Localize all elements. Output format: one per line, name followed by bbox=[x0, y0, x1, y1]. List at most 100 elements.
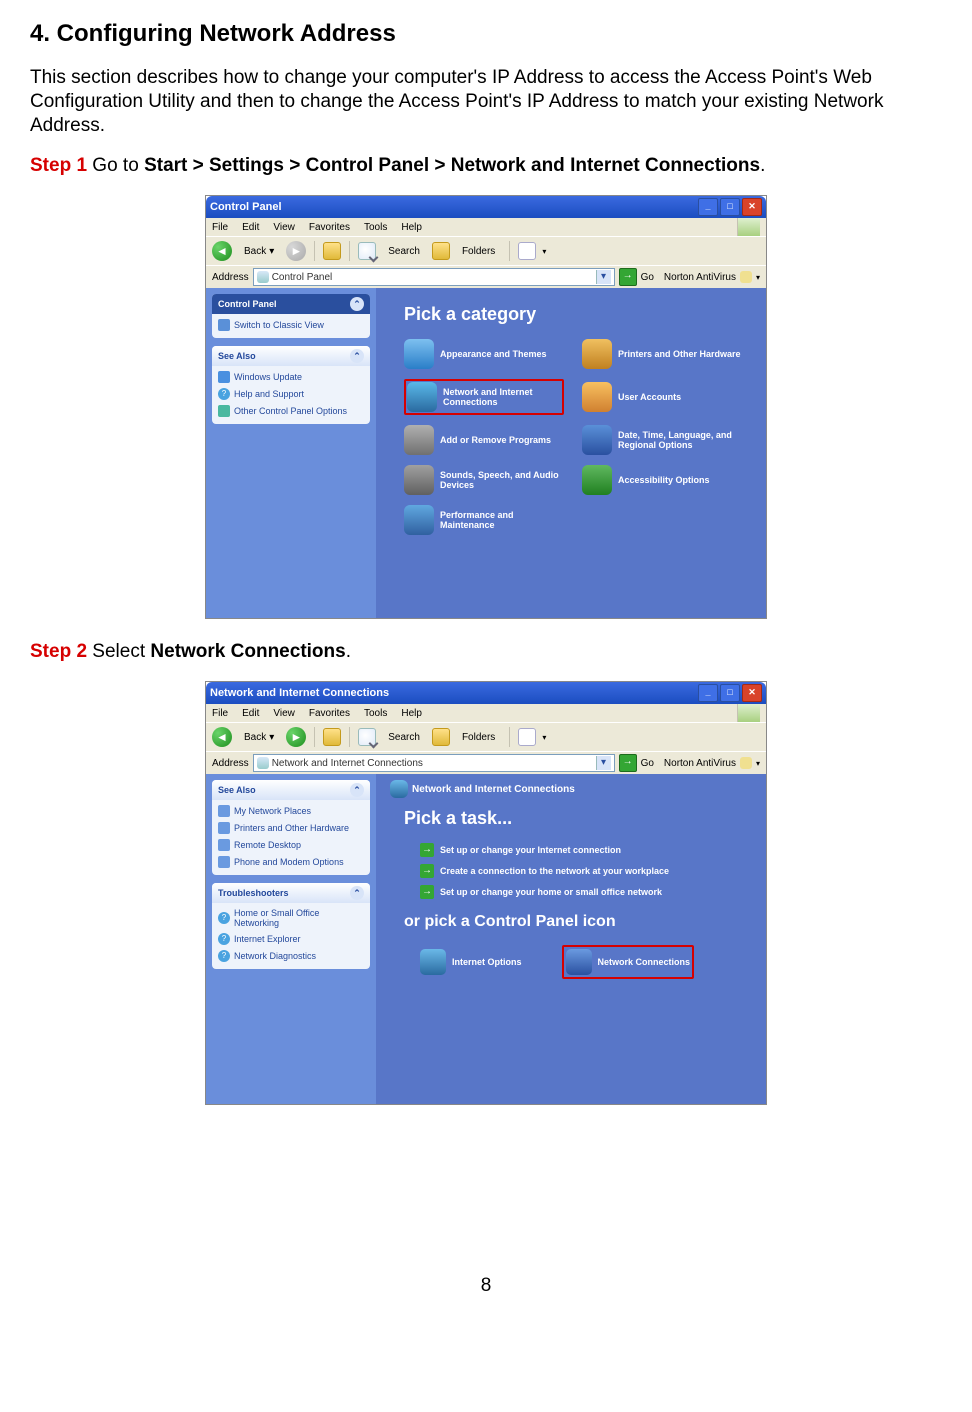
menu-edit[interactable]: Edit bbox=[242, 222, 259, 233]
folders-button[interactable]: Folders bbox=[456, 241, 501, 261]
link-icon bbox=[218, 805, 230, 817]
up-icon[interactable] bbox=[323, 728, 341, 746]
search-button[interactable]: Search bbox=[382, 241, 426, 261]
see-also-link[interactable]: Printers and Other Hardware bbox=[216, 821, 366, 835]
go-label: Go bbox=[641, 272, 654, 283]
titlebar[interactable]: Control Panel _ □ ✕ bbox=[206, 196, 766, 218]
category-item[interactable]: Appearance and Themes bbox=[404, 339, 564, 369]
help-icon: ? bbox=[218, 912, 230, 924]
see-also-link[interactable]: ?Help and Support bbox=[216, 387, 366, 401]
collapse-icon[interactable]: ⌃ bbox=[350, 886, 364, 900]
category-item[interactable]: Printers and Other Hardware bbox=[582, 339, 742, 369]
norton-label[interactable]: Norton AntiVirus bbox=[664, 272, 736, 283]
views-dd[interactable]: ▾ bbox=[542, 247, 546, 256]
menu-help[interactable]: Help bbox=[401, 708, 422, 719]
category-label: Printers and Other Hardware bbox=[618, 349, 741, 359]
collapse-icon[interactable]: ⌃ bbox=[350, 349, 364, 363]
maximize-button[interactable]: □ bbox=[720, 198, 740, 216]
step-1: Step 1 Go to Start > Settings > Control … bbox=[30, 155, 942, 177]
task-item[interactable]: →Set up or change your Internet connecti… bbox=[420, 843, 752, 857]
norton-icon[interactable] bbox=[740, 271, 752, 283]
see-also-link[interactable]: Remote Desktop bbox=[216, 838, 366, 852]
category-item[interactable]: Accessibility Options bbox=[582, 465, 742, 495]
search-icon[interactable] bbox=[358, 728, 376, 746]
up-icon[interactable] bbox=[323, 242, 341, 260]
back-button[interactable]: Back ▾ bbox=[238, 727, 280, 747]
collapse-icon[interactable]: ⌃ bbox=[350, 297, 364, 311]
menu-favorites[interactable]: Favorites bbox=[309, 222, 350, 233]
close-button[interactable]: ✕ bbox=[742, 684, 762, 702]
category-icon bbox=[404, 505, 434, 535]
forward-button[interactable]: ► bbox=[286, 727, 306, 747]
see-also-link[interactable]: Other Control Panel Options bbox=[216, 404, 366, 418]
category-item[interactable]: Performance and Maintenance bbox=[404, 505, 564, 535]
task-item[interactable]: →Set up or change your home or small off… bbox=[420, 885, 752, 899]
see-also-link[interactable]: My Network Places bbox=[216, 804, 366, 818]
norton-label[interactable]: Norton AntiVirus bbox=[664, 758, 736, 769]
panel-see-title: See Also bbox=[218, 785, 256, 795]
link-icon bbox=[218, 839, 230, 851]
step-2-text: Select bbox=[87, 641, 150, 662]
menu-help[interactable]: Help bbox=[401, 222, 422, 233]
close-button[interactable]: ✕ bbox=[742, 198, 762, 216]
folders-icon[interactable] bbox=[432, 728, 450, 746]
cp-icon-item[interactable]: Internet Options bbox=[420, 945, 522, 979]
address-dropdown[interactable]: ▾ bbox=[596, 756, 611, 770]
category-icon bbox=[582, 382, 612, 412]
address-dropdown[interactable]: ▾ bbox=[596, 270, 611, 284]
category-item[interactable]: Network and Internet Connections bbox=[404, 379, 564, 415]
forward-button[interactable]: ► bbox=[286, 241, 306, 261]
maximize-button[interactable]: □ bbox=[720, 684, 740, 702]
back-button-icon[interactable]: ◄ bbox=[212, 241, 232, 261]
address-input[interactable]: Network and Internet Connections ▾ bbox=[253, 754, 615, 772]
back-button-icon[interactable]: ◄ bbox=[212, 727, 232, 747]
see-also-link[interactable]: Windows Update bbox=[216, 370, 366, 384]
minimize-button[interactable]: _ bbox=[698, 684, 718, 702]
address-input[interactable]: Control Panel ▾ bbox=[253, 268, 615, 286]
back-button[interactable]: Back ▾ bbox=[238, 241, 280, 261]
troubleshooter-link[interactable]: ?Network Diagnostics bbox=[216, 949, 366, 963]
norton-dd[interactable]: ▾ bbox=[756, 273, 760, 282]
menu-tools[interactable]: Tools bbox=[364, 708, 387, 719]
cp-icon bbox=[257, 271, 269, 283]
norton-dd[interactable]: ▾ bbox=[756, 759, 760, 768]
panel-troubleshooters: Troubleshooters⌃ ?Home or Small Office N… bbox=[212, 883, 370, 969]
category-item[interactable]: Add or Remove Programs bbox=[404, 425, 564, 455]
menu-view[interactable]: View bbox=[273, 222, 295, 233]
go-button[interactable]: → bbox=[619, 268, 637, 286]
menu-tools[interactable]: Tools bbox=[364, 222, 387, 233]
views-dd[interactable]: ▾ bbox=[542, 733, 546, 742]
search-button[interactable]: Search bbox=[382, 727, 426, 747]
troubleshooter-link[interactable]: ?Internet Explorer bbox=[216, 932, 366, 946]
menu-favorites[interactable]: Favorites bbox=[309, 708, 350, 719]
menu-view[interactable]: View bbox=[273, 708, 295, 719]
folders-icon[interactable] bbox=[432, 242, 450, 260]
address-value: Control Panel bbox=[272, 272, 333, 283]
titlebar[interactable]: Network and Internet Connections _ □ ✕ bbox=[206, 682, 766, 704]
views-icon[interactable] bbox=[518, 728, 536, 746]
panel-control-panel: Control Panel⌃ Switch to Classic View bbox=[212, 294, 370, 338]
see-also-link[interactable]: Phone and Modem Options bbox=[216, 855, 366, 869]
cp-icon bbox=[257, 757, 269, 769]
switch-icon bbox=[218, 319, 230, 331]
pick-category-heading: Pick a category bbox=[404, 304, 752, 325]
views-icon[interactable] bbox=[518, 242, 536, 260]
step-2: Step 2 Select Network Connections. bbox=[30, 641, 942, 663]
menu-edit[interactable]: Edit bbox=[242, 708, 259, 719]
category-item[interactable]: Sounds, Speech, and Audio Devices bbox=[404, 465, 564, 495]
category-label: Appearance and Themes bbox=[440, 349, 547, 359]
norton-icon[interactable] bbox=[740, 757, 752, 769]
go-button[interactable]: → bbox=[619, 754, 637, 772]
task-item[interactable]: →Create a connection to the network at y… bbox=[420, 864, 752, 878]
search-icon[interactable] bbox=[358, 242, 376, 260]
menu-file[interactable]: File bbox=[212, 222, 228, 233]
cp-icon-item[interactable]: Network Connections bbox=[562, 945, 695, 979]
minimize-button[interactable]: _ bbox=[698, 198, 718, 216]
category-item[interactable]: Date, Time, Language, and Regional Optio… bbox=[582, 425, 742, 455]
switch-classic-link[interactable]: Switch to Classic View bbox=[216, 318, 366, 332]
folders-button[interactable]: Folders bbox=[456, 727, 501, 747]
menu-file[interactable]: File bbox=[212, 708, 228, 719]
collapse-icon[interactable]: ⌃ bbox=[350, 783, 364, 797]
category-item[interactable]: User Accounts bbox=[582, 379, 742, 415]
troubleshooter-link[interactable]: ?Home or Small Office Networking bbox=[216, 907, 366, 929]
